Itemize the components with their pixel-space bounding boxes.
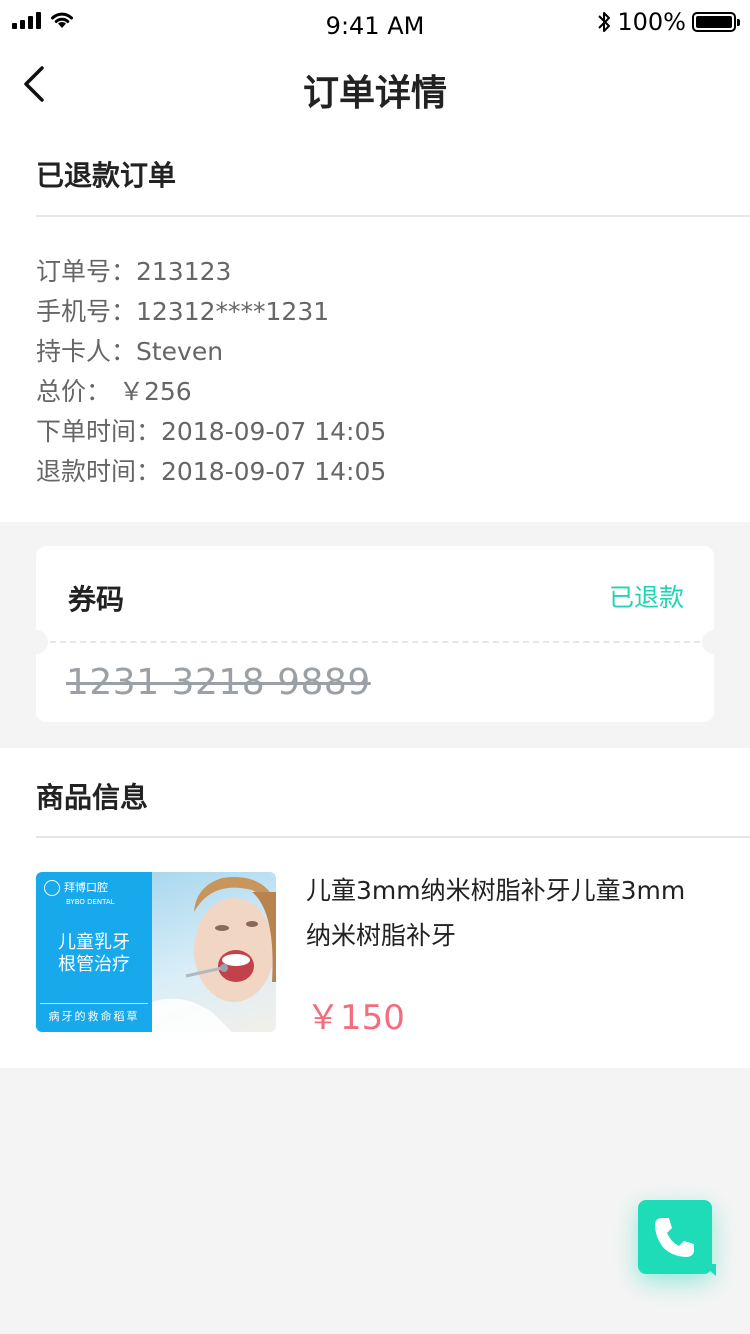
cardholder: 持卡人：Steven <box>36 337 224 366</box>
status-bar: 9:41 AM 100% <box>0 0 750 50</box>
coupon-card: 券码 已退款 1231 3218 9889 <box>36 546 714 722</box>
thumbnail-tagline: 病牙的救命稻草 <box>40 1003 148 1024</box>
brand-name: 拜博口腔 <box>64 881 108 894</box>
goods-name: 儿童3mm纳米树脂补牙儿童3mm纳米树脂补牙 <box>306 876 686 950</box>
total-price: 总价： ￥256 <box>36 377 192 406</box>
thumbnail-banner: 拜博口腔 BYBO DENTAL 儿童乳牙 根管治疗 病牙的救命稻草 <box>36 872 152 1032</box>
refund-time: 退款时间：2018-09-07 14:05 <box>36 457 387 486</box>
product-thumbnail: 拜博口腔 BYBO DENTAL 儿童乳牙 根管治疗 病牙的救命稻草 <box>36 872 276 1032</box>
nav-bar: 订单详情 <box>0 50 750 120</box>
battery-icon <box>692 12 740 32</box>
brand-name-en: BYBO DENTAL <box>66 898 115 906</box>
thumbnail-headline-line2: 根管治疗 <box>58 954 130 975</box>
thumbnail-headline-line1: 儿童乳牙 <box>58 932 130 953</box>
order-number: 订单号：213123 <box>36 257 232 286</box>
divider <box>36 836 750 838</box>
phone-icon <box>655 1218 694 1257</box>
coupon-notch-right <box>702 630 714 654</box>
coupon-label: 券码 <box>68 583 125 616</box>
phone-number: 手机号：12312****1231 <box>36 297 330 326</box>
brand-logo: 拜博口腔 BYBO DENTAL <box>44 880 115 909</box>
order-status-title: 已退款订单 <box>36 159 177 192</box>
goods-item[interactable]: 拜博口腔 BYBO DENTAL 儿童乳牙 根管治疗 病牙的救命稻草 儿童3mm… <box>36 872 736 1038</box>
bluetooth-icon <box>598 12 611 32</box>
child-dental-photo-icon <box>152 877 276 1032</box>
battery-percent: 100% <box>617 8 686 36</box>
goods-info-section: 商品信息 拜博口腔 BYBO DENTAL 儿童乳牙 根管治疗 病牙的救命稻草 <box>0 748 750 1068</box>
order-time: 下单时间：2018-09-07 14:05 <box>36 417 387 446</box>
order-info-section: 已退款订单 订单号：213123 手机号：12312****1231 持卡人：S… <box>0 120 750 522</box>
status-right: 100% <box>597 8 740 36</box>
patient-photo <box>152 872 276 1032</box>
coupon-code: 1231 3218 9889 <box>66 662 371 703</box>
brand-seal-icon <box>44 880 60 896</box>
page-title: 订单详情 <box>302 73 447 114</box>
goods-price: ￥150 <box>306 998 405 1038</box>
coupon-status-badge: 已退款 <box>608 583 684 612</box>
call-button[interactable] <box>638 1200 716 1276</box>
divider <box>36 215 750 217</box>
order-info-list: 订单号：213123 手机号：12312****1231 持卡人：Steven … <box>36 252 386 492</box>
goods-section-title: 商品信息 <box>36 781 149 814</box>
coupon-divider <box>50 641 700 643</box>
coupon-notch-left <box>36 630 48 654</box>
thumbnail-headline: 儿童乳牙 根管治疗 <box>36 932 152 976</box>
